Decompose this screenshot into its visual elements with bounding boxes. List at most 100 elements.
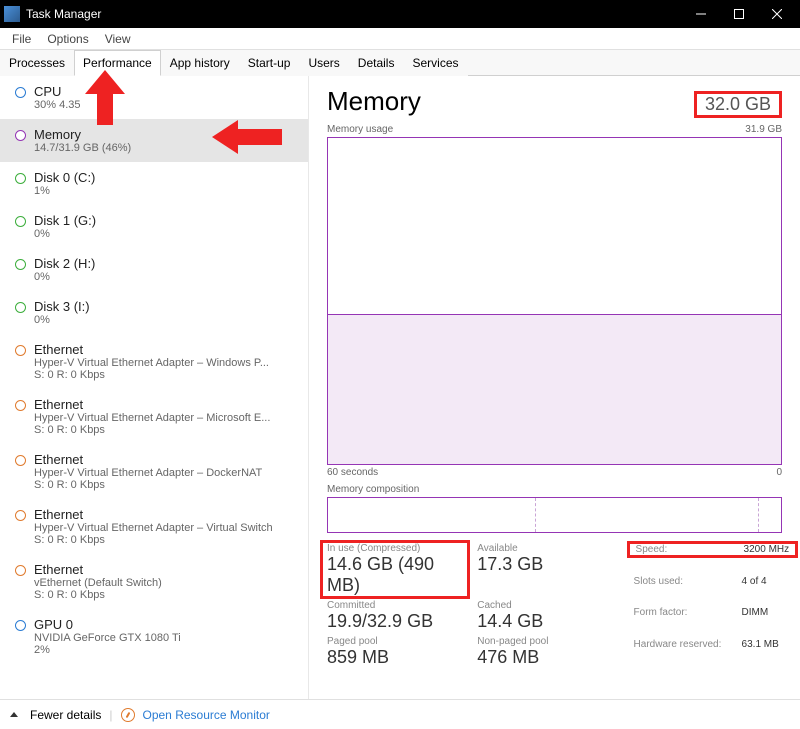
status-dot-icon: [15, 400, 26, 411]
composition-available: [536, 498, 758, 532]
menu-file[interactable]: File: [4, 30, 39, 48]
sidebar-item-sub: Hyper-V Virtual Ethernet Adapter – Docke…: [34, 467, 298, 479]
sidebar-item-sub2: 2%: [34, 644, 298, 656]
resource-monitor-icon: [121, 708, 135, 722]
nonpaged-value: 476 MB: [477, 647, 613, 668]
sidebar-item-disk-2-h-[interactable]: Disk 2 (H:)0%: [0, 248, 308, 291]
menu-options[interactable]: Options: [39, 30, 96, 48]
status-dot-icon: [15, 259, 26, 270]
usage-graph-label: Memory usage: [327, 124, 393, 135]
sidebar-item-title: Disk 0 (C:): [34, 170, 298, 185]
sidebar-item-memory[interactable]: Memory14.7/31.9 GB (46%): [0, 119, 308, 162]
performance-sidebar: CPU30% 4.35Memory14.7/31.9 GB (46%)Disk …: [0, 76, 309, 699]
sidebar-item-title: Memory: [34, 127, 298, 142]
close-button[interactable]: [758, 0, 796, 28]
chevron-up-icon: [10, 712, 18, 717]
form-label: Form factor:: [634, 607, 734, 637]
main: CPU30% 4.35Memory14.7/31.9 GB (46%)Disk …: [0, 76, 800, 699]
sidebar-item-sub2: S: 0 R: 0 Kbps: [34, 534, 298, 546]
status-dot-icon: [15, 302, 26, 313]
speed-value: 3200 MHz: [744, 544, 790, 555]
sidebar-item-sub: Hyper-V Virtual Ethernet Adapter – Virtu…: [34, 522, 298, 534]
sidebar-item-title: Ethernet: [34, 397, 298, 412]
sidebar-item-sub2: S: 0 R: 0 Kbps: [34, 589, 298, 601]
sidebar-item-sub: Hyper-V Virtual Ethernet Adapter – Windo…: [34, 357, 298, 369]
sidebar-item-disk-1-g-[interactable]: Disk 1 (G:)0%: [0, 205, 308, 248]
memory-details: Memory 32.0 GB Memory usage 31.9 GB 60 s…: [309, 76, 800, 699]
memory-usage-fill: [328, 314, 781, 464]
status-dot-icon: [15, 173, 26, 184]
footer: Fewer details | Open Resource Monitor: [0, 699, 800, 729]
titlebar: Task Manager: [0, 0, 800, 28]
composition-inuse: [328, 498, 536, 532]
tab-app-history[interactable]: App history: [161, 50, 239, 76]
sidebar-item-ethernet[interactable]: EthernetHyper-V Virtual Ethernet Adapter…: [0, 334, 308, 389]
tab-services[interactable]: Services: [403, 50, 467, 76]
sidebar-item-sub: 30% 4.35: [34, 99, 298, 111]
sidebar-item-disk-3-i-[interactable]: Disk 3 (I:)0%: [0, 291, 308, 334]
fewer-details-link[interactable]: Fewer details: [30, 708, 101, 722]
maximize-button[interactable]: [720, 0, 758, 28]
memory-composition-bar[interactable]: [327, 497, 782, 533]
form-value: DIMM: [742, 607, 782, 637]
sidebar-item-sub2: S: 0 R: 0 Kbps: [34, 369, 298, 381]
status-dot-icon: [15, 455, 26, 466]
nonpaged-label: Non-paged pool: [477, 636, 613, 647]
sidebar-item-sub: Hyper-V Virtual Ethernet Adapter – Micro…: [34, 412, 298, 424]
menu-view[interactable]: View: [97, 30, 139, 48]
memory-usage-graph[interactable]: [327, 137, 782, 465]
separator: |: [109, 708, 112, 722]
sidebar-item-sub: 0%: [34, 228, 298, 240]
memory-total: 32.0 GB: [694, 91, 782, 118]
committed-label: Committed: [327, 600, 463, 611]
available-value: 17.3 GB: [477, 554, 613, 575]
sidebar-item-cpu[interactable]: CPU30% 4.35: [0, 76, 308, 119]
minimize-button[interactable]: [682, 0, 720, 28]
sidebar-item-title: Disk 2 (H:): [34, 256, 298, 271]
menubar: File Options View: [0, 28, 800, 50]
inuse-box: In use (Compressed) 14.6 GB (490 MB): [320, 540, 470, 599]
app-icon: [4, 6, 20, 22]
available-label: Available: [477, 543, 613, 554]
slots-value: 4 of 4: [742, 576, 782, 606]
graph-x-right: 0: [776, 467, 782, 478]
sidebar-item-sub: 0%: [34, 314, 298, 326]
sidebar-item-title: CPU: [34, 84, 298, 99]
sidebar-item-title: Disk 1 (G:): [34, 213, 298, 228]
tab-performance[interactable]: Performance: [74, 50, 161, 76]
sidebar-item-ethernet[interactable]: EthernetHyper-V Virtual Ethernet Adapter…: [0, 444, 308, 499]
paged-label: Paged pool: [327, 636, 463, 647]
sidebar-item-title: Disk 3 (I:): [34, 299, 298, 314]
tab-start-up[interactable]: Start-up: [239, 50, 300, 76]
graph-x-left: 60 seconds: [327, 467, 378, 478]
sidebar-item-title: GPU 0: [34, 617, 298, 632]
committed-value: 19.9/32.9 GB: [327, 611, 463, 632]
sidebar-item-sub: 1%: [34, 185, 298, 197]
sidebar-item-sub2: S: 0 R: 0 Kbps: [34, 424, 298, 436]
sidebar-item-gpu-0[interactable]: GPU 0NVIDIA GeForce GTX 1080 Ti2%: [0, 609, 308, 664]
tabs: Processes Performance App history Start-…: [0, 50, 800, 76]
tab-details[interactable]: Details: [349, 50, 404, 76]
tab-processes[interactable]: Processes: [0, 50, 74, 76]
sidebar-item-sub: NVIDIA GeForce GTX 1080 Ti: [34, 632, 298, 644]
sidebar-item-ethernet[interactable]: EthernetvEthernet (Default Switch)S: 0 R…: [0, 554, 308, 609]
sidebar-item-title: Ethernet: [34, 562, 298, 577]
sidebar-item-title: Ethernet: [34, 342, 298, 357]
open-resource-monitor-link[interactable]: Open Resource Monitor: [143, 708, 270, 722]
composition-label: Memory composition: [327, 484, 782, 495]
status-dot-icon: [15, 130, 26, 141]
status-dot-icon: [15, 565, 26, 576]
tab-users[interactable]: Users: [299, 50, 348, 76]
page-title: Memory: [327, 86, 421, 117]
status-dot-icon: [15, 216, 26, 227]
sidebar-item-disk-0-c-[interactable]: Disk 0 (C:)1%: [0, 162, 308, 205]
sidebar-item-ethernet[interactable]: EthernetHyper-V Virtual Ethernet Adapter…: [0, 389, 308, 444]
titlebar-text: Task Manager: [26, 7, 682, 21]
sidebar-item-sub: 0%: [34, 271, 298, 283]
status-dot-icon: [15, 345, 26, 356]
sidebar-item-sub: vEthernet (Default Switch): [34, 577, 298, 589]
paged-value: 859 MB: [327, 647, 463, 668]
sidebar-item-ethernet[interactable]: EthernetHyper-V Virtual Ethernet Adapter…: [0, 499, 308, 554]
sidebar-item-sub2: S: 0 R: 0 Kbps: [34, 479, 298, 491]
sidebar-item-title: Ethernet: [34, 507, 298, 522]
